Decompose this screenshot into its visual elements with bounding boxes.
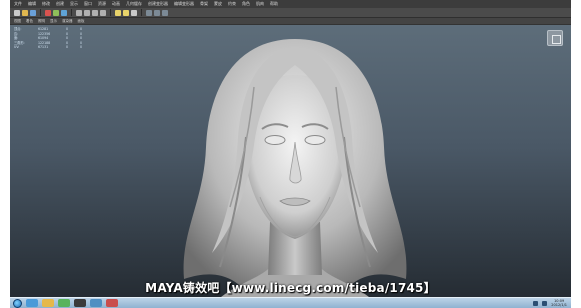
view-cube-icon[interactable]: [547, 30, 563, 46]
chat-app-icon[interactable]: [58, 299, 70, 307]
render-settings-icon[interactable]: [131, 9, 137, 16]
clock-date: 2012/1/1: [551, 303, 567, 307]
panel-menu-lighting[interactable]: 照明: [38, 18, 45, 25]
panel-menu-panels[interactable]: 面板: [78, 18, 85, 25]
new-scene-icon[interactable]: [14, 9, 20, 16]
volume-icon[interactable]: [542, 300, 548, 306]
network-icon[interactable]: [533, 300, 539, 306]
head-model[interactable]: [150, 25, 440, 297]
hud-value: 0: [66, 45, 69, 50]
snap-surface-icon[interactable]: [100, 9, 106, 16]
ipr-render-icon[interactable]: [123, 9, 129, 16]
status-line-toolbar: [10, 8, 571, 18]
poly-count-hud: 顶点: 61281 0 0 边: 122356 0 0 面: 61094 0 0…: [14, 27, 88, 50]
menu-item-modify[interactable]: 修改: [42, 0, 50, 8]
start-button-icon[interactable]: [13, 298, 22, 308]
system-tray: 10:09 2012/1/1: [533, 299, 571, 307]
toolbar-divider: [141, 9, 142, 16]
menu-item-create-deformers[interactable]: 创建变形器: [148, 0, 168, 8]
render-icon[interactable]: [115, 9, 121, 16]
menu-item-skeleton[interactable]: 骨架: [200, 0, 208, 8]
maya-window: 文件 编辑 修改 创建 显示 窗口 资源 动画 几何缓存 创建变形器 编辑变形器…: [10, 0, 571, 308]
panel-menu-show[interactable]: 显示: [50, 18, 57, 25]
menu-item-window[interactable]: 窗口: [84, 0, 92, 8]
file-explorer-icon[interactable]: [42, 299, 54, 307]
menu-item-file[interactable]: 文件: [14, 0, 22, 8]
menu-item-display[interactable]: 显示: [70, 0, 78, 8]
menu-item-animate[interactable]: 动画: [112, 0, 120, 8]
maya-app-icon[interactable]: [74, 299, 86, 307]
internet-explorer-icon[interactable]: [26, 299, 38, 307]
menu-item-constrain[interactable]: 约束: [228, 0, 236, 8]
snap-curve-icon[interactable]: [84, 9, 90, 16]
viewport-panel-menu: 视图 着色 照明 显示 渲染器 面板: [10, 18, 571, 25]
select-component-icon[interactable]: [61, 9, 67, 16]
3d-viewport[interactable]: 顶点: 61281 0 0 边: 122356 0 0 面: 61094 0 0…: [10, 25, 571, 297]
menu-item-help[interactable]: 帮助: [270, 0, 278, 8]
browser-app-icon[interactable]: [90, 299, 102, 307]
open-scene-icon[interactable]: [22, 9, 28, 16]
snap-point-icon[interactable]: [92, 9, 98, 16]
panel-menu-shading[interactable]: 着色: [26, 18, 33, 25]
attribute-editor-icon[interactable]: [146, 9, 152, 16]
menu-item-character[interactable]: 角色: [242, 0, 250, 8]
toolbar-divider: [40, 9, 41, 16]
menu-item-assets[interactable]: 资源: [98, 0, 106, 8]
windows-taskbar: 10:09 2012/1/1: [10, 297, 571, 308]
channel-box-icon[interactable]: [162, 9, 168, 16]
hud-label: UV:: [14, 45, 20, 50]
select-hierarchy-icon[interactable]: [45, 9, 51, 16]
hud-row: UV: 67131 0 0: [14, 45, 88, 50]
menu-item-edit-deformers[interactable]: 编辑变形器: [174, 0, 194, 8]
hud-value: 0: [80, 45, 83, 50]
media-app-icon[interactable]: [106, 299, 118, 307]
watermark-text: MAYA铸效吧【www.linecg.com/tieba/1745】: [145, 281, 436, 295]
toolbar-divider: [71, 9, 72, 16]
menu-item-muscle[interactable]: 肌肉: [256, 0, 264, 8]
menu-item-edit[interactable]: 编辑: [28, 0, 36, 8]
panel-menu-renderer[interactable]: 渲染器: [62, 18, 73, 25]
tool-settings-icon[interactable]: [154, 9, 160, 16]
main-menu-bar: 文件 编辑 修改 创建 显示 窗口 资源 动画 几何缓存 创建变形器 编辑变形器…: [10, 0, 571, 8]
snap-grid-icon[interactable]: [76, 9, 82, 16]
hud-value: 67131: [38, 45, 49, 50]
menu-item-geometry-cache[interactable]: 几何缓存: [126, 0, 142, 8]
save-scene-icon[interactable]: [30, 9, 36, 16]
panel-menu-view[interactable]: 视图: [14, 18, 21, 25]
menu-item-skin[interactable]: 蒙皮: [214, 0, 222, 8]
system-clock[interactable]: 10:09 2012/1/1: [551, 299, 567, 307]
menu-item-create[interactable]: 创建: [56, 0, 64, 8]
select-object-icon[interactable]: [53, 9, 59, 16]
toolbar-divider: [110, 9, 111, 16]
